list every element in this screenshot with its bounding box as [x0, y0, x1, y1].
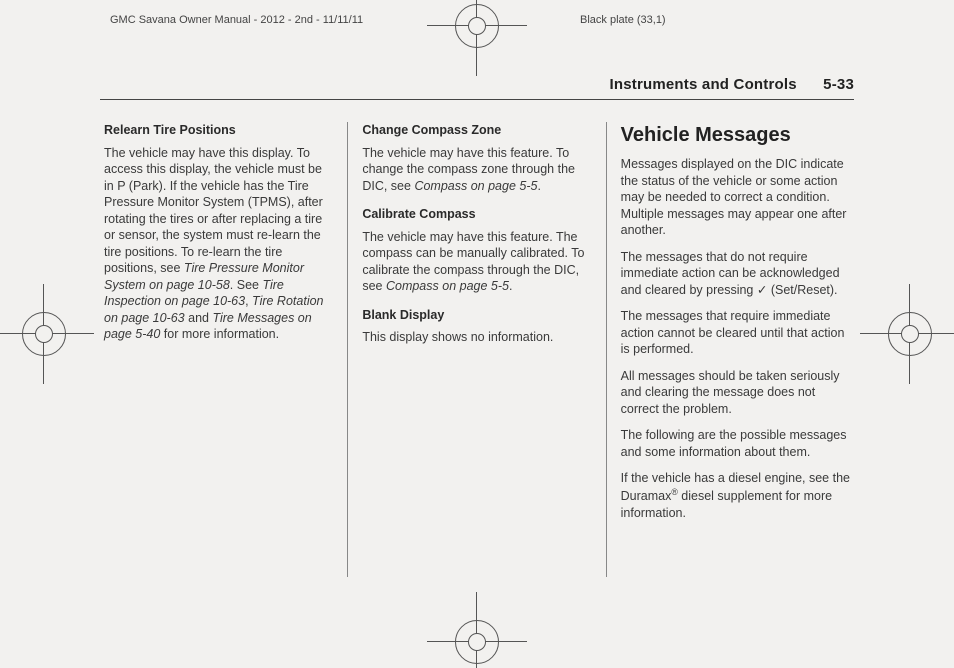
- xref-compass-1: Compass on page 5‑5: [414, 179, 537, 193]
- text-run: The vehicle may have this display. To ac…: [104, 146, 323, 276]
- column-2: Change Compass Zone The vehicle may have…: [347, 122, 605, 577]
- three-column-layout: Relearn Tire Positions The vehicle may h…: [100, 122, 854, 577]
- text-run: . See: [230, 278, 263, 292]
- page-number: 5-33: [823, 76, 854, 93]
- para-blank-display: This display shows no information.: [362, 329, 591, 346]
- column-1: Relearn Tire Positions The vehicle may h…: [100, 122, 347, 577]
- registration-mark-right: [888, 312, 932, 356]
- para-vm-1: Messages displayed on the DIC indicate t…: [621, 156, 850, 239]
- subhead-blank-display: Blank Display: [362, 307, 591, 324]
- text-run: .: [509, 279, 512, 293]
- subhead-change-compass: Change Compass Zone: [362, 122, 591, 139]
- para-vm-6: If the vehicle has a diesel engine, see …: [621, 470, 850, 521]
- registration-mark-top: [455, 4, 499, 48]
- para-vm-3: The messages that require immediate acti…: [621, 308, 850, 358]
- subhead-calibrate-compass: Calibrate Compass: [362, 206, 591, 223]
- para-vm-4: All messages should be taken seriously a…: [621, 368, 850, 418]
- text-run: and: [185, 311, 213, 325]
- para-vm-2: The messages that do not require immedia…: [621, 249, 850, 299]
- para-relearn-tire: The vehicle may have this display. To ac…: [104, 145, 333, 343]
- text-run: for more information.: [160, 327, 279, 341]
- check-icon: ✓: [757, 283, 767, 297]
- print-meta-left: GMC Savana Owner Manual - 2012 - 2nd - 1…: [110, 14, 363, 26]
- section-title: Instruments and Controls: [609, 76, 796, 93]
- text-run: ,: [245, 294, 252, 308]
- para-change-compass: The vehicle may have this feature. To ch…: [362, 145, 591, 195]
- registration-mark-left: [22, 312, 66, 356]
- subhead-relearn-tire: Relearn Tire Positions: [104, 122, 333, 139]
- para-vm-5: The following are the possible messages …: [621, 427, 850, 460]
- xref-compass-2: Compass on page 5‑5: [386, 279, 509, 293]
- text-run: .: [537, 179, 540, 193]
- page-body: Instruments and Controls 5-33 Relearn Ti…: [100, 76, 854, 577]
- print-meta-right: Black plate (33,1): [580, 14, 666, 26]
- column-3: Vehicle Messages Messages displayed on t…: [606, 122, 854, 577]
- running-header: Instruments and Controls 5-33: [100, 76, 854, 100]
- para-calibrate-compass: The vehicle may have this feature. The c…: [362, 229, 591, 295]
- registration-mark-bottom: [455, 620, 499, 664]
- heading-vehicle-messages: Vehicle Messages: [621, 122, 850, 148]
- text-run: (Set/Reset).: [767, 283, 837, 297]
